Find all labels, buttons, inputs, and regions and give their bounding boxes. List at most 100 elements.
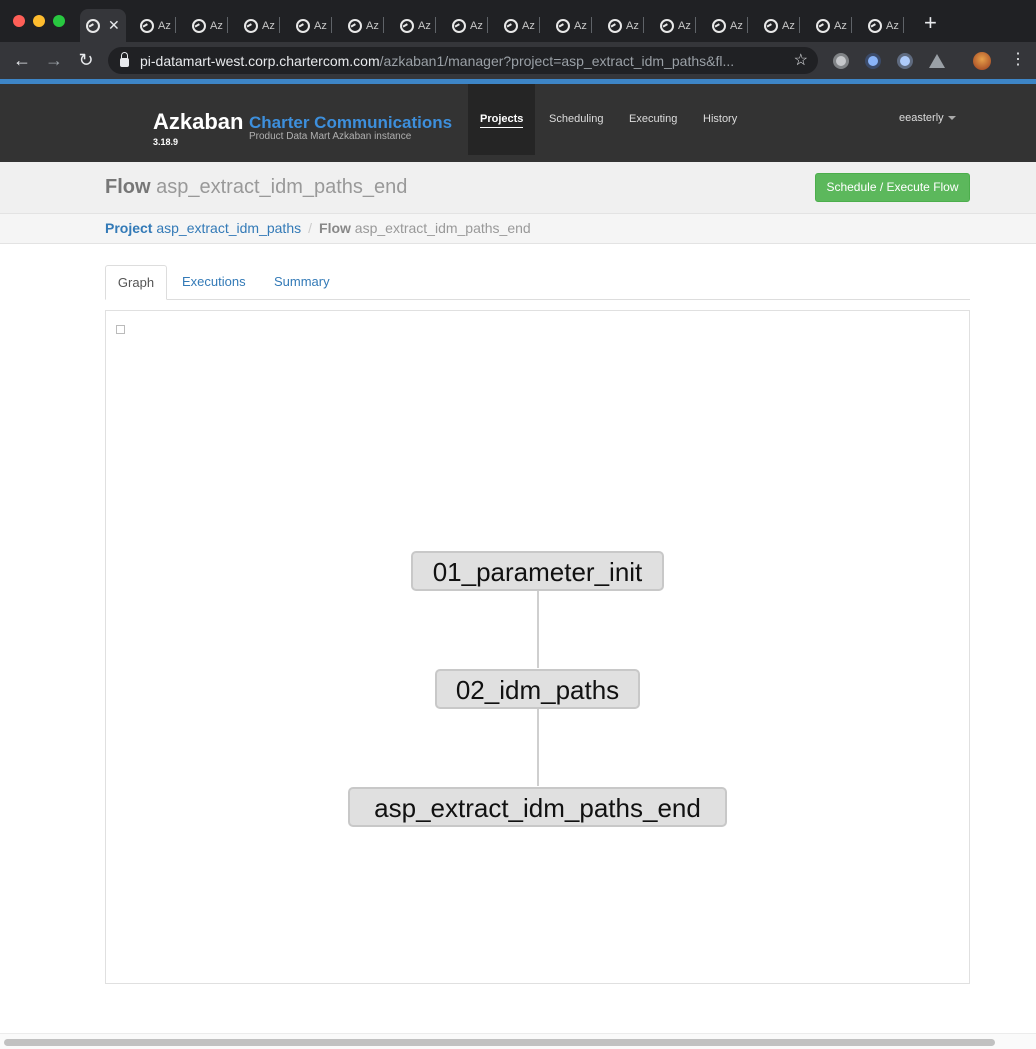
browser-tab-label: Az: [418, 19, 431, 32]
app-version: 3.18.9: [153, 137, 179, 147]
graph-node-parameter-init[interactable]: 01_parameter_init: [411, 551, 664, 591]
extension-icon[interactable]: [833, 53, 849, 69]
breadcrumb-project-label: Project: [105, 220, 153, 236]
address-bar[interactable]: pi-datamart-west.corp.chartercom.com/azk…: [108, 47, 818, 74]
azkaban-favicon-icon: [244, 18, 258, 33]
azkaban-favicon-icon: [348, 18, 362, 33]
nav-scheduling[interactable]: Scheduling: [549, 84, 603, 155]
browser-tab-active[interactable]: ✕: [80, 9, 126, 42]
azkaban-favicon-icon: [400, 18, 414, 33]
brand-logo[interactable]: Azkaban: [153, 109, 243, 135]
brand-subtitle: Product Data Mart Azkaban instance: [249, 131, 412, 142]
graph-panel-toggle-checkbox[interactable]: [116, 325, 125, 334]
nav-projects-label: Projects: [480, 113, 524, 128]
browser-tab[interactable]: Az: [192, 9, 228, 42]
window-zoom-control[interactable]: [53, 15, 65, 27]
browser-tab[interactable]: Az: [712, 9, 748, 42]
azkaban-favicon-icon: [140, 18, 154, 33]
azkaban-favicon-icon: [868, 18, 882, 33]
page-title: Flow asp_extract_idm_paths_end: [105, 176, 407, 199]
lock-icon[interactable]: [120, 52, 129, 67]
azkaban-favicon-icon: [452, 18, 466, 33]
azkaban-favicon-icon: [556, 18, 570, 33]
new-tab-button[interactable]: +: [924, 12, 937, 34]
browser-tab[interactable]: Az: [868, 9, 904, 42]
caret-down-icon: [947, 116, 956, 121]
browser-tab-label: Az: [522, 19, 535, 32]
browser-tab[interactable]: Az: [816, 9, 852, 42]
breadcrumb-flow-name: asp_extract_idm_paths_end: [354, 220, 531, 236]
browser-toolbar: ← → ↻ pi-datamart-west.corp.chartercom.c…: [0, 42, 1036, 79]
breadcrumb: Project asp_extract_idm_paths / Flow asp_e…: [105, 220, 531, 236]
browser-tab[interactable]: Az: [608, 9, 644, 42]
azkaban-favicon-icon: [712, 18, 726, 33]
azkaban-favicon-icon: [816, 18, 830, 33]
browser-tab-label: Az: [366, 19, 379, 32]
nav-executing[interactable]: Executing: [629, 84, 677, 155]
page-title-flow-name: asp_extract_idm_paths_end: [156, 176, 408, 198]
browser-tab-label: Az: [470, 19, 483, 32]
breadcrumb-project-link[interactable]: Project asp_extract_idm_paths: [105, 220, 301, 236]
browser-tab-strip: ✕ Az Az Az Az Az Az Az Az Az Az Az Az Az…: [0, 0, 1036, 42]
extension-icon[interactable]: [865, 53, 881, 69]
user-menu[interactable]: eeasterly: [899, 112, 956, 124]
azkaban-favicon-icon: [504, 18, 518, 33]
tab-executions[interactable]: Executions: [182, 265, 246, 300]
browser-tab-label: Az: [678, 19, 691, 32]
azkaban-favicon-icon: [86, 18, 100, 33]
drive-extension-icon[interactable]: [929, 54, 945, 68]
horizontal-scrollbar-thumb[interactable]: [4, 1039, 995, 1046]
url-text[interactable]: pi-datamart-west.corp.chartercom.com/azk…: [140, 53, 780, 69]
azkaban-favicon-icon: [660, 18, 674, 33]
browser-tab-label: Az: [574, 19, 587, 32]
reload-icon[interactable]: ↻: [75, 50, 97, 72]
profile-avatar[interactable]: [973, 52, 991, 70]
forward-arrow-icon[interactable]: →: [43, 50, 65, 72]
url-path: /azkaban1/manager?project=asp_extract_id…: [379, 52, 735, 69]
graph-edge: [537, 708, 539, 786]
browser-tab-label: Az: [158, 19, 171, 32]
browser-tab[interactable]: Az: [400, 9, 436, 42]
graph-node-idm-paths[interactable]: 02_idm_paths: [435, 669, 640, 709]
azkaban-favicon-icon: [608, 18, 622, 33]
browser-tab[interactable]: Az: [244, 9, 280, 42]
window-minimize-control[interactable]: [33, 15, 45, 27]
username: eeasterly: [899, 112, 944, 124]
breadcrumb-project-name: asp_extract_idm_paths: [156, 220, 302, 236]
browser-tab[interactable]: Az: [348, 9, 384, 42]
page-title-prefix: Flow: [105, 176, 151, 198]
breadcrumb-separator: /: [308, 220, 313, 236]
breadcrumb-current-flow: Flow asp_extract_idm_paths_end: [319, 220, 531, 236]
browser-tab[interactable]: Az: [504, 9, 540, 42]
window-close-control[interactable]: [13, 15, 25, 27]
browser-tab[interactable]: Az: [660, 9, 696, 42]
nav-projects[interactable]: Projects: [468, 84, 536, 155]
graph-node-flow-end[interactable]: asp_extract_idm_paths_end: [348, 787, 727, 827]
tab-summary[interactable]: Summary: [274, 265, 330, 300]
breadcrumb-flow-label: Flow: [319, 220, 351, 236]
url-host: pi-datamart-west.corp.chartercom.com: [140, 52, 380, 69]
browser-menu-icon[interactable]: ⋮: [1010, 51, 1026, 69]
tab-graph[interactable]: Graph: [105, 265, 167, 300]
browser-tab[interactable]: Az: [452, 9, 488, 42]
browser-tab-label: Az: [886, 19, 899, 32]
browser-tab-label: Az: [834, 19, 847, 32]
browser-tab[interactable]: Az: [140, 9, 176, 42]
azkaban-favicon-icon: [192, 18, 206, 33]
schedule-execute-flow-button[interactable]: Schedule / Execute Flow: [815, 173, 970, 202]
browser-tab-label: Az: [262, 19, 275, 32]
browser-tab-label: Az: [314, 19, 327, 32]
browser-tab-label: Az: [210, 19, 223, 32]
browser-tab[interactable]: Az: [556, 9, 592, 42]
browser-tab-label: Az: [782, 19, 795, 32]
bookmark-star-icon[interactable]: ☆: [794, 50, 808, 70]
azkaban-favicon-icon: [296, 18, 310, 33]
browser-tab[interactable]: Az: [296, 9, 332, 42]
browser-tab-label: Az: [626, 19, 639, 32]
extension-icon[interactable]: [897, 53, 913, 69]
tab-close-icon[interactable]: ✕: [108, 17, 120, 34]
nav-history[interactable]: History: [703, 84, 737, 155]
browser-tab[interactable]: Az: [764, 9, 800, 42]
back-arrow-icon[interactable]: ←: [11, 50, 33, 72]
brand-org[interactable]: Charter Communications: [249, 113, 452, 133]
